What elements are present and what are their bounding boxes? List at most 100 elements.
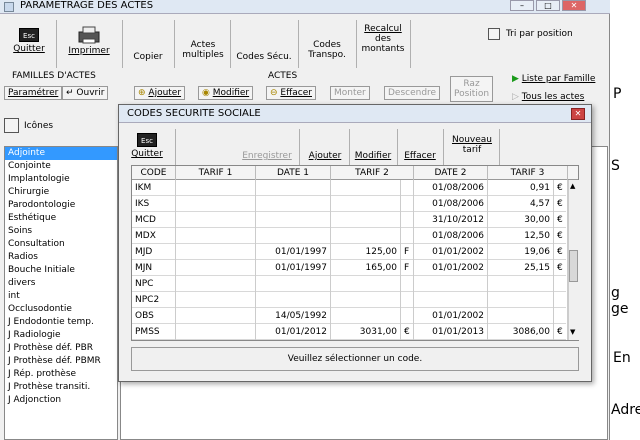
famille-list-item[interactable]: Parodontologie (5, 199, 117, 212)
imprimer-button[interactable]: Imprimer (64, 26, 114, 56)
famille-list-item[interactable]: J Rép. prothèse (5, 368, 117, 381)
tri-par-position-checkbox[interactable] (488, 28, 500, 40)
table-row[interactable]: NPC2 (132, 292, 568, 308)
table-cell-t2f (401, 276, 414, 292)
table-cell-cur: € (554, 212, 568, 228)
famille-list-item[interactable]: Consultation (5, 238, 117, 251)
table-row[interactable]: MJD 01/01/1997 125,00 F 01/01/2002 19,06 € (132, 244, 568, 260)
table-row[interactable]: MJN 01/01/1997 165,00 F 01/01/2002 25,15 € (132, 260, 568, 276)
quitter-button[interactable]: Esc Quitter (8, 28, 50, 54)
table-cell-tarif2 (331, 228, 401, 244)
famille-list-item[interactable]: J Adjonction (5, 394, 117, 407)
table-row[interactable]: IKM 01/08/2006 0,91 € (132, 180, 568, 196)
famille-list-item[interactable]: Soins (5, 225, 117, 238)
table-cell-cur: € (554, 260, 568, 276)
liste-par-famille-option[interactable]: ▶ Liste par Famille (512, 74, 595, 84)
familles-list[interactable]: Adjointe Conjointe Implantologie Chirurgie P… (4, 146, 118, 440)
table-cell-date1: 01/01/1997 (256, 244, 331, 260)
famille-list-item[interactable]: J Endodontie temp. (5, 316, 117, 329)
parametrer-button[interactable]: Paramétrer (4, 86, 63, 100)
descendre-button[interactable]: Descendre (384, 86, 441, 100)
nouveau-tarif-button[interactable]: Nouveau tarif (447, 135, 497, 155)
grey-arrow-icon: ▷ (512, 92, 522, 102)
maximize-button[interactable]: □ (536, 0, 560, 11)
table-cell-cur: € (554, 244, 568, 260)
codes-secu-button[interactable]: Codes Sécu. (232, 52, 296, 62)
dialog-modifier-button[interactable]: Modifier (351, 151, 395, 161)
table-cell-cur: € (554, 228, 568, 244)
raz-position-button[interactable]: Raz Position (450, 76, 494, 102)
monter-button[interactable]: Monter (330, 86, 370, 100)
icones-checkbox[interactable] (4, 118, 19, 133)
famille-list-item[interactable]: Adjointe (5, 147, 117, 160)
column-header: TARIF 2 (331, 166, 414, 180)
ajouter-acte-button[interactable]: ⊕ Ajouter (134, 86, 186, 100)
table-row[interactable]: MCD 31/10/2012 30,00 € (132, 212, 568, 228)
table-cell-tarif1 (176, 260, 256, 276)
table-row[interactable]: PMSS 01/01/2012 3031,00 €01/01/2013 3086,00 € (132, 324, 568, 340)
famille-list-item[interactable]: J Prothèse transiti. (5, 381, 117, 394)
table-cell-cur (554, 308, 568, 324)
table-row[interactable]: NPC (132, 276, 568, 292)
table-cell-tarif3: 19,06 (488, 244, 554, 260)
actes-multiples-button[interactable]: Actes multiples (178, 40, 228, 60)
table-cell-date2: 01/08/2006 (414, 196, 488, 212)
column-header: TARIF 3 (488, 166, 568, 180)
famille-list-item[interactable]: Occlusodontie (5, 303, 117, 316)
table-cell-date1 (256, 292, 331, 308)
table-cell-cur (554, 292, 568, 308)
tous-les-actes-option[interactable]: ▷ Tous les actes (512, 92, 584, 102)
famille-list-item[interactable]: J Radiologie (5, 329, 117, 342)
green-arrow-icon: ▶ (512, 74, 522, 84)
table-cell-cur: € (554, 180, 568, 196)
dialog-effacer-button[interactable]: Effacer (399, 151, 441, 161)
enregistrer-button[interactable]: Enregistrer (237, 151, 297, 161)
wave-icon: ◉ (202, 88, 213, 98)
famille-list-item[interactable]: Esthétique (5, 212, 117, 225)
dialog-close-icon[interactable]: ✕ (571, 108, 585, 120)
window-title: PARAMETRAGE DES ACTES (20, 0, 154, 11)
esc-key-icon: Esc (19, 28, 39, 42)
famille-list-item[interactable]: divers (5, 277, 117, 290)
famille-list-item[interactable]: Implantologie (5, 173, 117, 186)
return-arrow-icon: ↵ (66, 88, 77, 98)
table-cell-date2: 01/01/2013 (414, 324, 488, 340)
table-cell-tarif2 (331, 196, 401, 212)
famille-list-item[interactable]: J Prothèse déf. PBMR (5, 355, 117, 368)
codes-transpo-button[interactable]: Codes Transpo. (302, 40, 352, 60)
dialog-quitter-button[interactable]: Esc Quitter (127, 133, 167, 159)
famille-list-item[interactable]: Chirurgie (5, 186, 117, 199)
ouvrir-button[interactable]: ↵ Ouvrir (62, 86, 109, 100)
status-message: Veuillez sélectionner un code. (131, 347, 579, 371)
famille-list-item[interactable]: Radios (5, 251, 117, 264)
table-row[interactable]: IKS 01/08/2006 4,57 € (132, 196, 568, 212)
table-row[interactable]: MDX 01/08/2006 12,50 € (132, 228, 568, 244)
famille-list-item[interactable]: int (5, 290, 117, 303)
column-header: DATE 1 (256, 166, 331, 180)
scroll-thumb[interactable] (569, 250, 578, 282)
recalcul-montants-button[interactable]: Recalcul des montants (360, 24, 406, 54)
scroll-down-icon[interactable]: ▼ (570, 328, 575, 336)
table-cell-date1 (256, 228, 331, 244)
table-cell-code: MJN (132, 260, 176, 276)
close-button[interactable]: ✕ (562, 0, 586, 11)
famille-list-item[interactable]: J Prothèse déf. PBR (5, 342, 117, 355)
effacer-acte-button[interactable]: ⊖ Effacer (266, 86, 316, 100)
table-cell-code: OBS (132, 308, 176, 324)
famille-list-item[interactable]: Bouche Initiale (5, 264, 117, 277)
table-cell-t2f (401, 292, 414, 308)
famille-list-item[interactable]: Conjointe (5, 160, 117, 173)
minimize-button[interactable]: – (510, 0, 534, 11)
codes-secu-dialog: CODES SECURITE SOCIALE ✕ Esc Quitter Enr… (118, 104, 592, 382)
modifier-acte-button[interactable]: ◉ Modifier (198, 86, 254, 100)
familles-header: FAMILLES D'ACTES (12, 71, 96, 81)
table-row[interactable]: OBS 14/05/1992 01/01/2002 (132, 308, 568, 324)
table-scrollbar[interactable]: ▲ ▼ (568, 180, 579, 340)
copier-button[interactable]: Copier (126, 52, 170, 62)
table-cell-tarif1 (176, 180, 256, 196)
scroll-up-icon[interactable]: ▲ (570, 182, 575, 190)
background-window: P S g ge En Adre (611, 0, 640, 440)
table-cell-date1 (256, 212, 331, 228)
table-cell-date1: 01/01/2012 (256, 324, 331, 340)
dialog-ajouter-button[interactable]: Ajouter (303, 151, 347, 161)
